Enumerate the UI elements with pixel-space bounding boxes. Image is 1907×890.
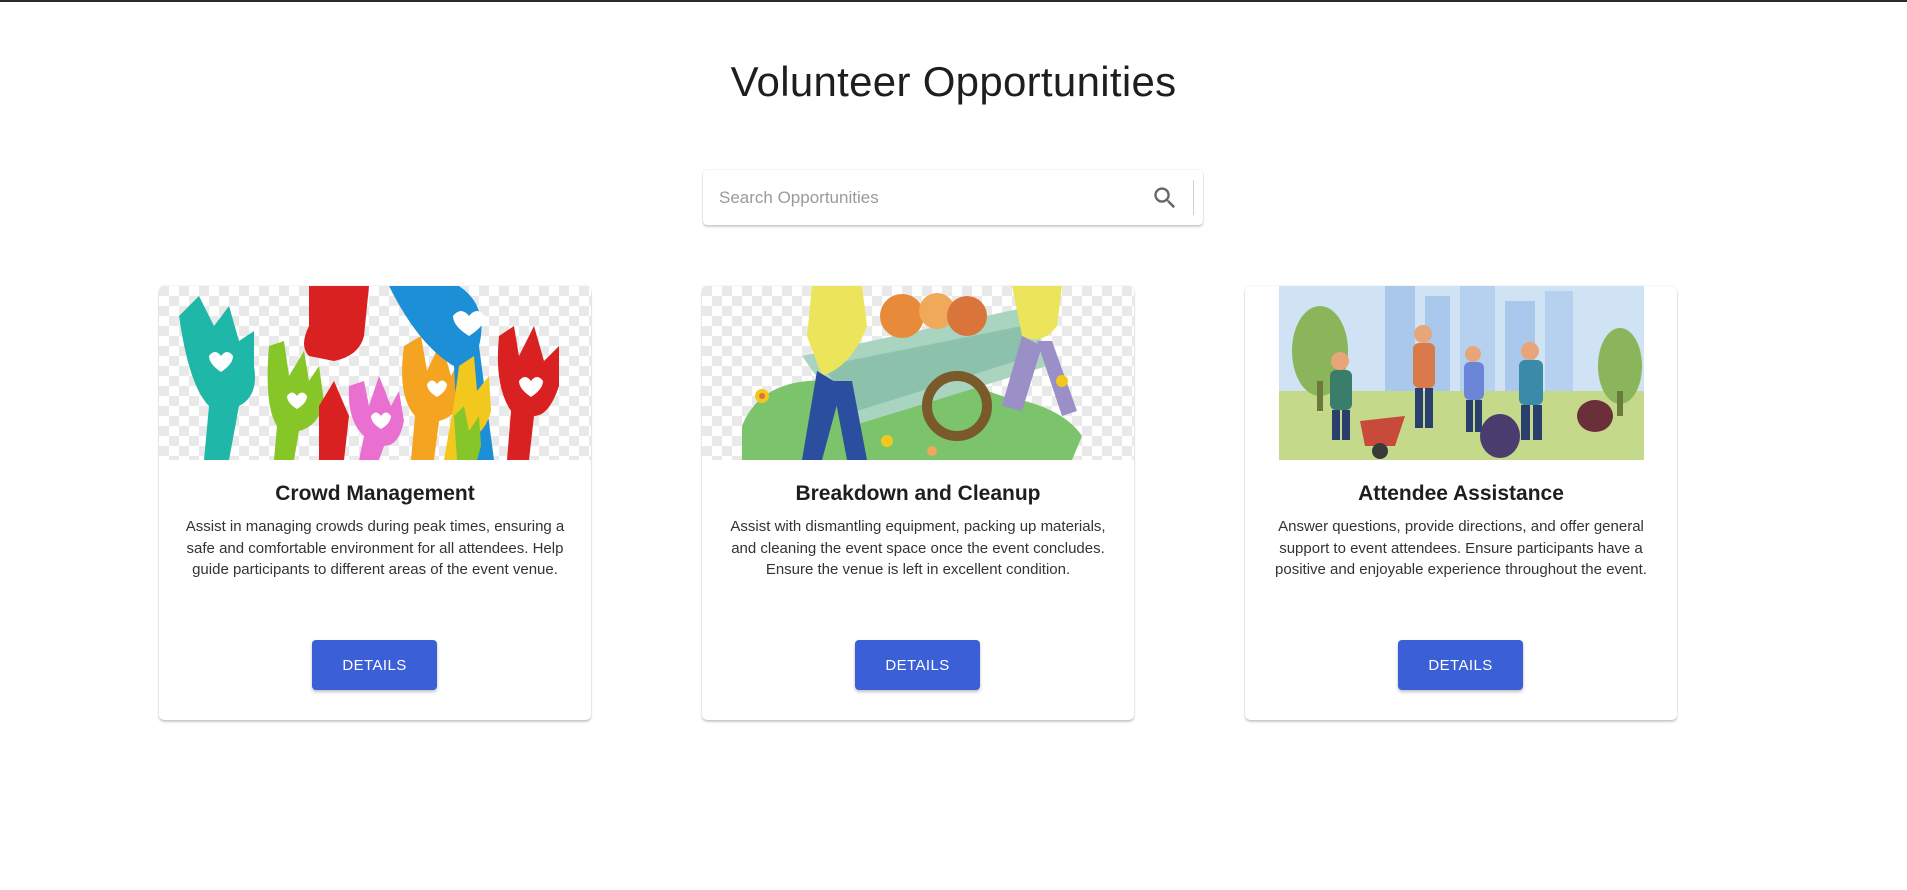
details-button[interactable]: DETAILS xyxy=(1398,640,1523,690)
card-description: Assist in managing crowds during peak ti… xyxy=(185,518,565,578)
card-image-hands xyxy=(159,286,591,460)
details-button[interactable]: DETAILS xyxy=(312,640,437,690)
opportunity-card-crowd-management: Crowd Management Assist in managing crow… xyxy=(159,286,591,720)
opportunity-card-attendee-assistance: Attendee Assistance Answer questions, pr… xyxy=(1245,286,1677,720)
card-image-park-cleanup xyxy=(1245,286,1677,460)
page-title: Volunteer Opportunities xyxy=(730,58,1177,105)
details-button[interactable]: DETAILS xyxy=(855,640,980,690)
card-title: Crowd Management xyxy=(275,482,475,505)
search-button[interactable] xyxy=(1146,179,1184,217)
search-icon xyxy=(1154,187,1176,209)
search-input[interactable] xyxy=(719,170,1119,225)
card-title: Breakdown and Cleanup xyxy=(795,482,1041,505)
card-description: Answer questions, provide directions, an… xyxy=(1275,518,1647,578)
search-divider xyxy=(1193,180,1194,215)
opportunity-card-breakdown-cleanup: Breakdown and Cleanup Assist with disman… xyxy=(702,286,1134,720)
top-border xyxy=(0,0,1907,2)
search-bar xyxy=(703,170,1203,225)
card-title: Attendee Assistance xyxy=(1358,482,1564,505)
card-description: Assist with dismantling equipment, packi… xyxy=(730,518,1106,578)
card-image-wheelbarrow xyxy=(702,286,1134,460)
